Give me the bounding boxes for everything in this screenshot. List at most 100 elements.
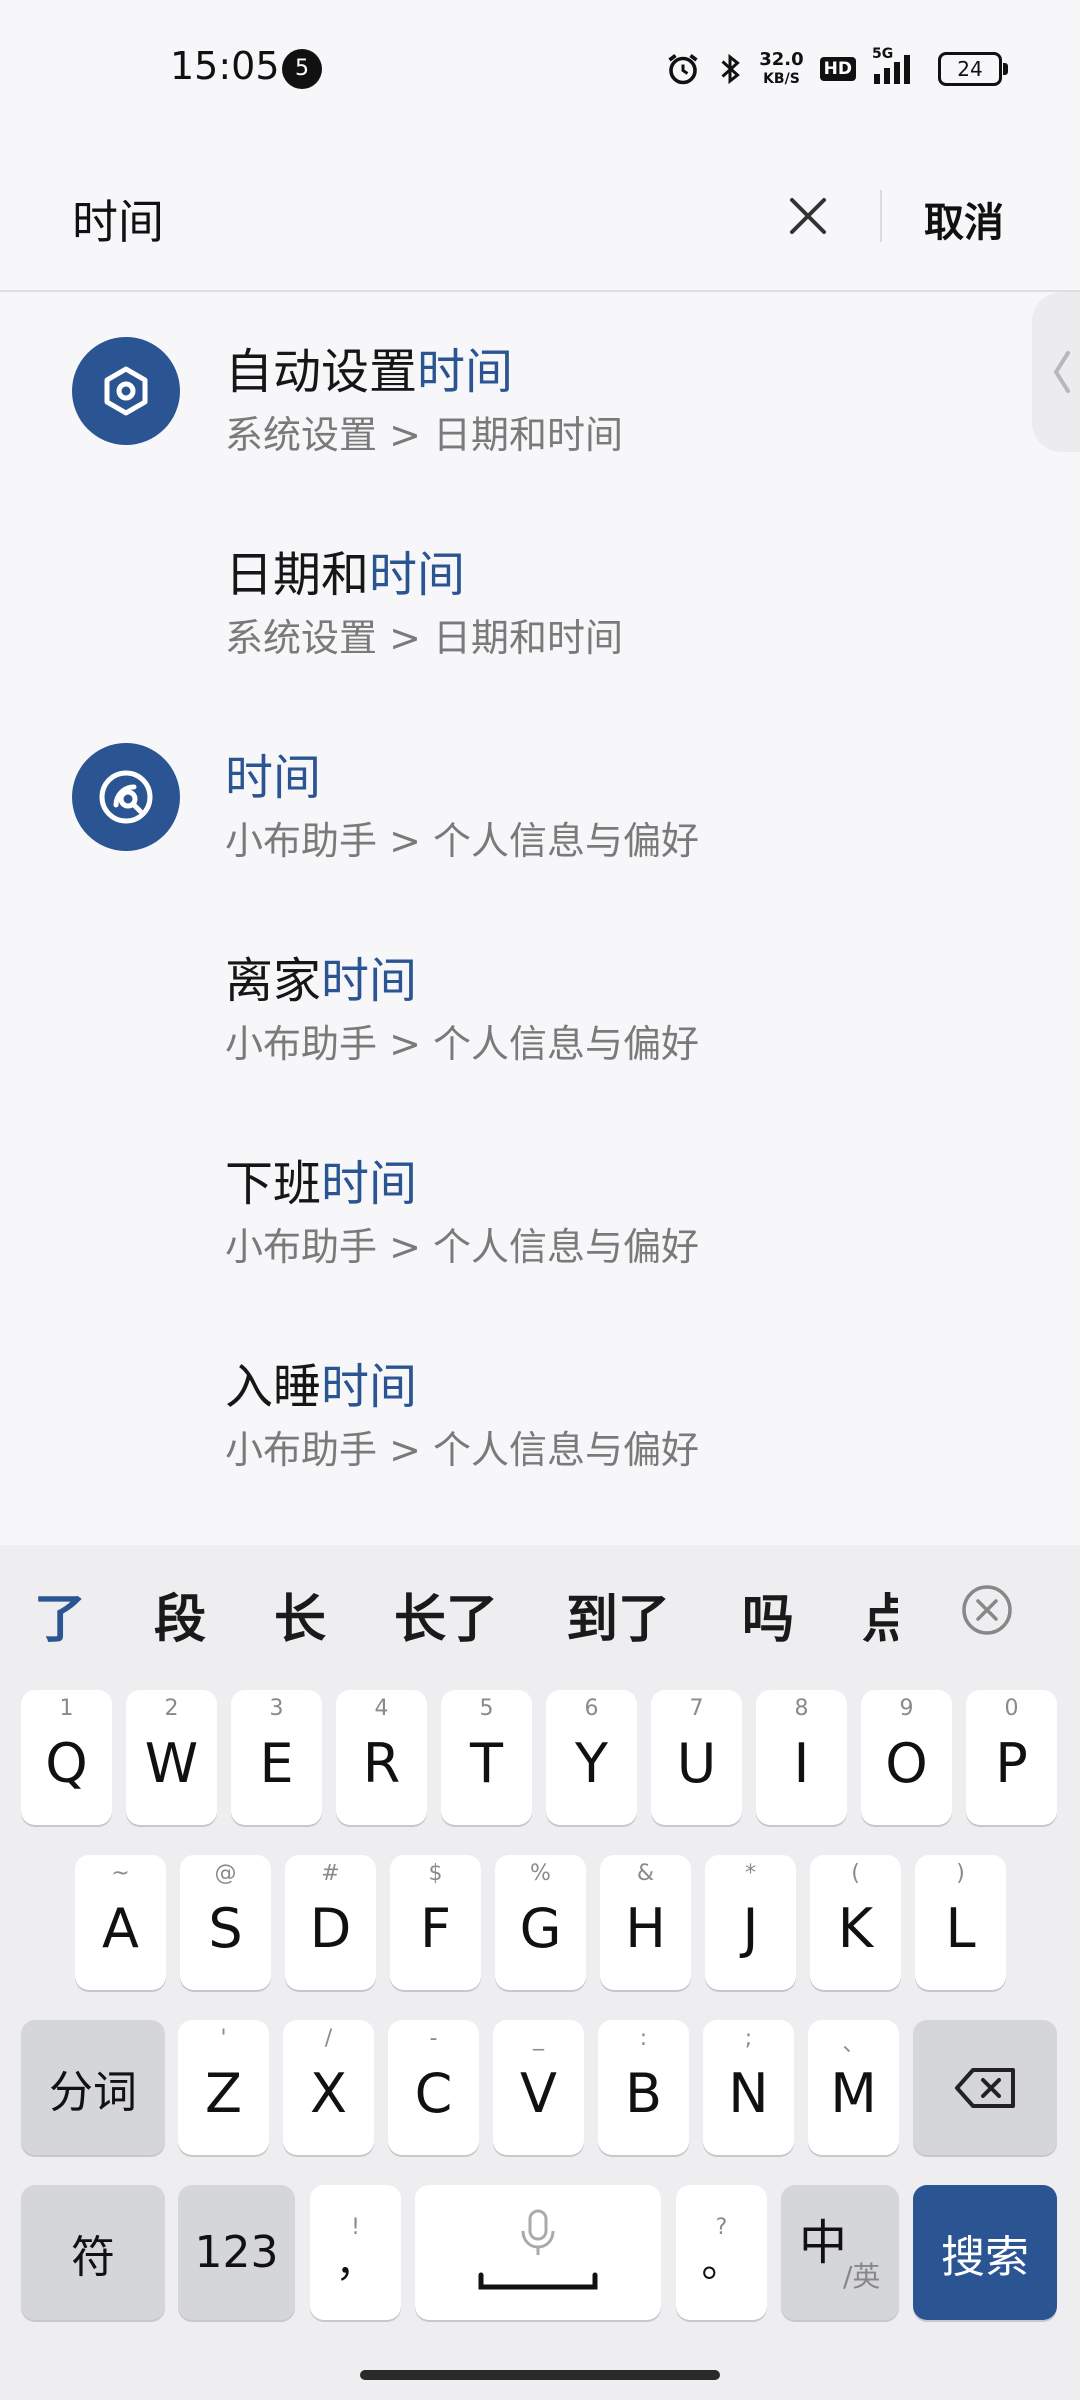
backspace-icon xyxy=(955,2067,1015,2108)
title-highlight: 时间 xyxy=(321,1359,418,1415)
settings-hexagon-icon xyxy=(72,337,180,445)
result-path: 系统设置 > 日期和时间 xyxy=(225,413,623,457)
title-prefix: 日期和 xyxy=(225,547,370,603)
key-z[interactable]: ' Z xyxy=(178,2020,269,2155)
key-m[interactable]: 、 M xyxy=(808,2020,899,2155)
title-highlight: 时间 xyxy=(417,344,514,400)
key-o[interactable]: 9O xyxy=(861,1690,952,1825)
lang-sub-label: /英 xyxy=(843,2260,881,2293)
status-bar: 15:05 5 32.0 KB/S HD 5G 24 xyxy=(0,0,1080,130)
title-highlight: 时间 xyxy=(321,1156,418,1212)
clear-search-button[interactable] xyxy=(780,188,836,244)
search-input[interactable]: 时间 xyxy=(72,186,164,252)
lang-main-label: 中 xyxy=(799,2215,848,2271)
key-p[interactable]: 0P xyxy=(966,1690,1057,1825)
result-item[interactable]: 自动设置时间 系统设置 > 日期和时间 xyxy=(0,292,1020,482)
key-q[interactable]: 1Q xyxy=(21,1690,112,1825)
result-item[interactable]: 日期和时间 系统设置 > 日期和时间 xyxy=(0,495,1020,685)
key-d[interactable]: # D xyxy=(285,1855,376,1990)
key-w[interactable]: 2W xyxy=(126,1690,217,1825)
title-highlight: 时间 xyxy=(321,953,418,1009)
net-speed-unit: KB/S xyxy=(763,70,800,87)
title-highlight: 时间 xyxy=(369,547,466,603)
space-key[interactable] xyxy=(415,2185,661,2320)
side-panel-handle[interactable] xyxy=(1032,292,1080,452)
title-prefix: 自动设置 xyxy=(225,344,418,400)
result-path: 小布助手 > 个人信息与偏好 xyxy=(225,1022,699,1066)
cancel-button[interactable]: 取消 xyxy=(924,190,1004,248)
search-key[interactable]: 搜索 xyxy=(913,2185,1057,2320)
divider xyxy=(880,190,882,242)
result-item[interactable]: 入睡时间 小布助手 > 个人信息与偏好 xyxy=(0,1307,1020,1497)
close-circle-icon xyxy=(962,1585,1012,1635)
key-c[interactable]: -C xyxy=(388,2020,479,2155)
key-e[interactable]: 3E xyxy=(231,1690,322,1825)
key-b[interactable]: :B xyxy=(598,2020,689,2155)
key-x[interactable]: / X xyxy=(283,2020,374,2155)
candidate-bar: 了 段 长 长了 到了 吗 点 xyxy=(0,1545,1080,1675)
language-switch-key[interactable]: 中 /英 xyxy=(781,2185,899,2320)
title-prefix: 入睡 xyxy=(225,1359,322,1415)
bluetooth-icon xyxy=(717,51,743,87)
result-title: 自动设置时间 xyxy=(225,332,513,402)
title-highlight: 时间 xyxy=(225,750,322,806)
microphone-icon xyxy=(478,2209,598,2289)
title-prefix: 下班 xyxy=(225,1156,322,1212)
dismiss-candidates-button[interactable] xyxy=(960,1583,1014,1637)
breeno-assistant-icon xyxy=(72,743,180,851)
symbol-key[interactable]: 符 xyxy=(21,2185,165,2320)
hd-badge: HD xyxy=(819,57,856,81)
result-title: 离家时间 xyxy=(225,941,417,1011)
candidate-word[interactable]: 了 xyxy=(34,1577,86,1652)
key-i[interactable]: 8I xyxy=(756,1690,847,1825)
result-title: 日期和时间 xyxy=(225,535,465,605)
comma-key[interactable]: !， xyxy=(310,2185,401,2320)
key-l[interactable]: ) L xyxy=(915,1855,1006,1990)
key-u[interactable]: 7U xyxy=(651,1690,742,1825)
result-title: 下班时间 xyxy=(225,1144,417,1214)
clock: 15:05 xyxy=(170,44,280,88)
key-a[interactable]: ~ A xyxy=(75,1855,166,1990)
key-k[interactable]: (K xyxy=(810,1855,901,1990)
segment-key[interactable]: 分词 xyxy=(21,2020,165,2155)
key-v[interactable]: _ V xyxy=(493,2020,584,2155)
notification-count-badge: 5 xyxy=(282,49,322,89)
key-r[interactable]: 4R xyxy=(336,1690,427,1825)
key-g[interactable]: % G xyxy=(495,1855,586,1990)
alarm-icon xyxy=(665,51,701,87)
key-h[interactable]: & H xyxy=(600,1855,691,1990)
home-indicator[interactable] xyxy=(360,2370,720,2380)
key-y[interactable]: 6Y xyxy=(546,1690,637,1825)
network-type-label: 5G xyxy=(872,46,894,62)
key-t[interactable]: 5T xyxy=(441,1690,532,1825)
key-s[interactable]: @ S xyxy=(180,1855,271,1990)
close-icon xyxy=(790,198,826,234)
result-item[interactable]: 下班时间 小布助手 > 个人信息与偏好 xyxy=(0,1104,1020,1294)
network-speed: 32.0 KB/S xyxy=(759,48,804,88)
candidate-word[interactable]: 点 xyxy=(862,1577,898,1652)
title-prefix: 离家 xyxy=(225,953,322,1009)
result-path: 系统设置 > 日期和时间 xyxy=(225,616,623,660)
key-f[interactable]: $ F xyxy=(390,1855,481,1990)
battery-icon: 24 xyxy=(938,52,1008,86)
result-title: 时间 xyxy=(225,738,321,808)
result-item[interactable]: 时间 小布助手 > 个人信息与偏好 xyxy=(0,698,1020,888)
result-path: 小布助手 > 个人信息与偏好 xyxy=(225,1225,699,1269)
status-icons: 32.0 KB/S HD 5G 24 xyxy=(665,44,1008,94)
signal-5g-icon: 5G xyxy=(872,46,922,86)
chevron-left-icon xyxy=(1053,351,1070,393)
candidate-word[interactable]: 长 xyxy=(274,1577,326,1652)
result-path: 小布助手 > 个人信息与偏好 xyxy=(225,1428,699,1472)
candidate-word[interactable]: 长了 xyxy=(394,1577,498,1652)
candidate-word[interactable]: 段 xyxy=(154,1577,206,1652)
net-speed-value: 32.0 xyxy=(759,48,804,70)
candidate-word[interactable]: 吗 xyxy=(742,1577,794,1652)
key-j[interactable]: * J xyxy=(705,1855,796,1990)
result-item[interactable]: 离家时间 小布助手 > 个人信息与偏好 xyxy=(0,901,1020,1091)
key-n[interactable]: ; N xyxy=(703,2020,794,2155)
result-path: 小布助手 > 个人信息与偏好 xyxy=(225,819,699,863)
period-key[interactable]: ?。 xyxy=(676,2185,767,2320)
backspace-key[interactable] xyxy=(913,2020,1057,2155)
candidate-word[interactable]: 到了 xyxy=(566,1577,670,1652)
numeric-key[interactable]: 123 xyxy=(178,2185,295,2320)
